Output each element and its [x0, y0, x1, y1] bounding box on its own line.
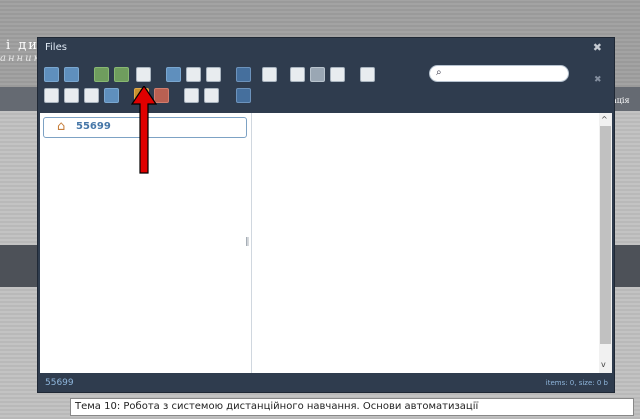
preview-icon[interactable] [262, 67, 277, 82]
view-list-icon[interactable] [204, 88, 219, 103]
scroll-thumb[interactable] [600, 126, 611, 344]
file-toolbar: ⌕ ✖ [40, 61, 612, 111]
delete-icon[interactable] [360, 67, 375, 82]
dialog-statusbar: 55699 items: 0, size: 0 b [38, 374, 614, 392]
help-icon[interactable] [236, 88, 251, 103]
file-panes: ⌂ 55699 ‖ ^ v [40, 113, 612, 373]
background-subheading-fragment: анник [0, 53, 42, 64]
upload-icon[interactable] [94, 67, 109, 82]
search-input[interactable]: ⌕ [429, 65, 569, 82]
files-dialog: Files ✖ ⌕ ✖ ⌂ 55699 ‖ ^ v 55699 items: 0… [37, 37, 615, 393]
topic-title-field[interactable]: Тема 10: Робота з системою дистанційного… [70, 398, 634, 416]
select-icon[interactable] [206, 67, 221, 82]
download-icon[interactable] [186, 67, 201, 82]
search-icon: ⌕ [436, 67, 442, 78]
toolbar-close-icon[interactable]: ✖ [594, 75, 602, 85]
cut-icon[interactable] [310, 67, 325, 82]
pane-splitter-handle[interactable]: ‖ [245, 237, 250, 247]
edit-icon[interactable] [84, 88, 99, 103]
dialog-title: Files [45, 42, 67, 53]
save-icon[interactable] [136, 67, 151, 82]
open-icon[interactable] [166, 67, 181, 82]
scroll-up-arrow-icon[interactable]: ^ [601, 115, 608, 124]
forward-icon[interactable] [64, 67, 79, 82]
resize-icon[interactable] [104, 88, 119, 103]
info-icon[interactable] [236, 67, 251, 82]
items-count-info: items: 0, size: 0 b [545, 379, 608, 387]
current-path: 55699 [45, 378, 74, 388]
tree-root-label: 55699 [76, 121, 111, 132]
dialog-titlebar[interactable]: Files ✖ [38, 38, 614, 60]
back-icon[interactable] [44, 67, 59, 82]
background-heading-fragment: і ди [6, 38, 39, 53]
rename-icon[interactable] [64, 88, 79, 103]
home-icon: ⌂ [57, 119, 66, 134]
paste-icon[interactable] [330, 67, 345, 82]
copy-icon[interactable] [290, 67, 305, 82]
duplicate-icon[interactable] [44, 88, 59, 103]
new-folder-icon[interactable] [114, 67, 129, 82]
dialog-close-button[interactable]: ✖ [593, 41, 602, 54]
vertical-scrollbar[interactable]: ^ v [599, 113, 612, 373]
annotation-arrow-icon [131, 86, 157, 174]
view-icons-icon[interactable] [184, 88, 199, 103]
file-list-area[interactable] [252, 113, 599, 373]
scroll-down-arrow-icon[interactable]: v [601, 360, 606, 369]
